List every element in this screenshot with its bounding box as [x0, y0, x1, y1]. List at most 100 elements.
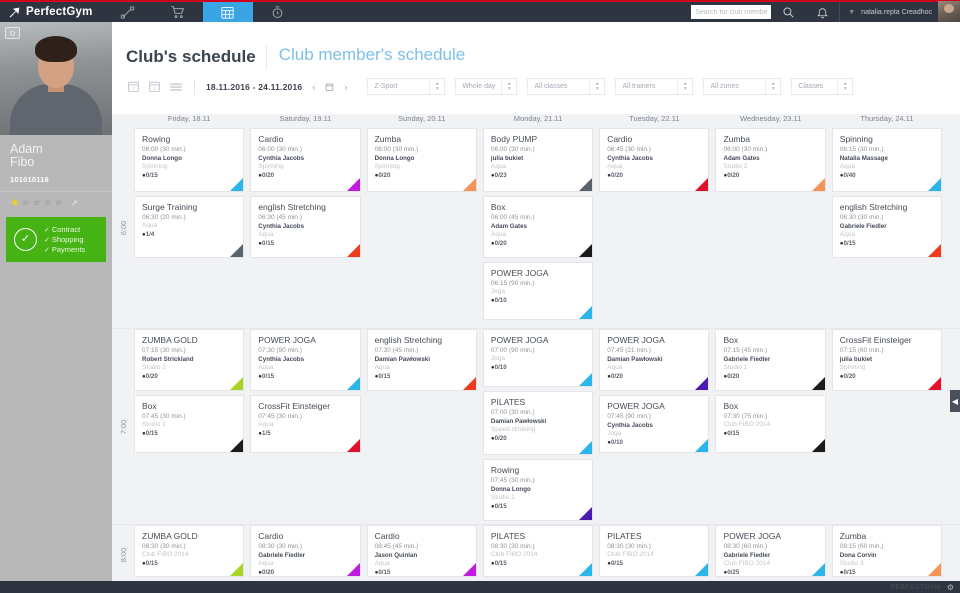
day-column-5[interactable]: Box 07:15 (45 min.) Gabriele Fiedler Studio… [712, 329, 828, 524]
member-rating[interactable]: ★ ★ ★ ★ ★ ↗ [0, 191, 112, 214]
nav-calendar-icon[interactable] [202, 2, 253, 22]
class-card[interactable]: POWER JOGA 07:45 (90 min.) Cynthia Jacobs J… [599, 395, 710, 453]
day-column-4[interactable]: PILATES 08:30 (30 min.) Club FIBO 2014 ●0/1… [596, 525, 712, 584]
zones-filter-spinner-icon[interactable]: ▲ ▼ [765, 79, 780, 94]
class-card[interactable]: Cardio 08:30 (30 min.) Gabriele Fiedler Aqu… [250, 525, 361, 577]
class-card[interactable]: Spinning 06:15 (30 min.) Natalia Massage Aq… [831, 128, 943, 192]
class-card[interactable]: Zumba 06:00 (30 min.) Donna Longo Spinning ●… [366, 128, 477, 192]
class-card[interactable]: POWER JOGA 08:30 (60 min.) Gabriele Fiedle… [715, 525, 826, 577]
classes-filter-spinner-icon[interactable]: ▲ ▼ [589, 79, 604, 94]
day-column-3[interactable]: Body PUMP 06:00 (30 min.) julia bukiet Aqua… [480, 128, 596, 328]
day-column-3[interactable]: POWER JOGA 07:00 (90 min.) Joga ●0/10 PILATE… [480, 329, 596, 524]
person-icon: ● [374, 373, 379, 380]
class-card[interactable]: ZUMBA GOLD 07:15 (30 min.) Robert Strickla… [134, 329, 245, 391]
class-zone: Studio 2 [723, 163, 748, 170]
camera-icon[interactable] [5, 27, 20, 39]
person-icon: ● [839, 569, 844, 576]
day-column-2[interactable]: Zumba 06:00 (30 min.) Donna Longo Spinning ●… [364, 128, 480, 328]
class-card[interactable]: Zumba 08:15 (60 min.) Dona Corvin Studio 3 ●… [831, 525, 943, 577]
avatar[interactable] [938, 1, 960, 23]
class-card[interactable]: Zumba 06:00 (30 min.) Adam Gates Studio 2 ●0… [715, 128, 826, 192]
class-card[interactable]: CrossFit Einsteiger 07:15 (60 min.) julia … [831, 329, 943, 391]
daypart-filter[interactable]: Whole day ▲ ▼ [455, 78, 518, 95]
class-card[interactable]: PILATES 07:00 (30 min.) Damian Pawłowski Sp… [482, 391, 594, 455]
zones-filter[interactable]: All zones ▲ ▼ [703, 78, 782, 95]
calendar-week-view-icon[interactable]: 7 [126, 79, 141, 94]
class-card[interactable]: Box 07:30 (75 min.) Club FIBO 2014 ●0/15 [715, 395, 826, 453]
class-card[interactable]: PILATES 08:30 (30 min.) Club FIBO 2014 ●0/1… [482, 525, 594, 577]
tab-club-members-schedule[interactable]: Club member's schedule [265, 45, 476, 70]
class-card[interactable]: Body PUMP 06:00 (30 min.) julia bukiet Aqua… [482, 128, 594, 192]
type-filter-spinner-icon[interactable]: ▲ ▼ [837, 79, 852, 94]
day-column-6[interactable]: Spinning 06:15 (30 min.) Natalia Massage Aq… [829, 128, 945, 328]
list-view-icon[interactable] [168, 79, 183, 94]
class-card[interactable]: Cardio 08:45 (45 min.) Jason Quinlan Aqua ●0… [366, 525, 477, 577]
star-1-icon[interactable]: ★ [10, 198, 20, 209]
class-card[interactable]: Box 06:00 (45 min.) Adam Gates Aqua ●0/20 [482, 196, 594, 258]
trainers-filter-spinner-icon[interactable]: ▲ ▼ [677, 79, 692, 94]
search-icon[interactable] [771, 5, 805, 19]
star-4-icon[interactable]: ★ [43, 198, 53, 209]
day-column-5[interactable]: POWER JOGA 08:30 (60 min.) Gabriele Fiedle… [712, 525, 828, 584]
star-2-icon[interactable]: ★ [21, 198, 31, 209]
nav-cart-icon[interactable] [153, 2, 203, 22]
day-column-2[interactable]: Cardio 08:45 (45 min.) Jason Quinlan Aqua ●0… [364, 525, 480, 584]
class-card[interactable]: english Stretching 06:30 (45 min.) Cynthia… [250, 196, 361, 258]
bell-icon[interactable] [805, 2, 839, 22]
star-5-icon[interactable]: ★ [54, 198, 64, 209]
search-input[interactable] [691, 5, 772, 19]
next-week-button[interactable]: › [340, 82, 351, 92]
day-column-4[interactable]: Cardio 06:45 (30 min.) Cynthia Jacobs Aqua ●… [596, 128, 712, 328]
class-card[interactable]: Surge Training 06:30 (20 min.) Aqua ●1/4 [134, 196, 245, 258]
nav-clock-icon[interactable] [253, 2, 303, 22]
day-column-5[interactable]: Zumba 06:00 (30 min.) Adam Gates Studio 2 ●0… [712, 128, 828, 328]
calendar-day-view-icon[interactable]: 1 [147, 79, 162, 94]
calendar-picker-icon[interactable] [325, 82, 334, 92]
type-filter[interactable]: Classes ▲ ▼ [791, 78, 854, 95]
class-card[interactable]: POWER JOGA 07:30 (90 min.) Cynthia Jacobs A… [250, 329, 361, 391]
prev-week-button[interactable]: ‹ [308, 82, 319, 92]
day-column-1[interactable]: Cardio 06:00 (30 min.) Cynthia Jacobs Spinn… [247, 128, 363, 328]
day-column-0[interactable]: ZUMBA GOLD 08:30 (30 min.) Club FIBO 2014 ●… [131, 525, 247, 584]
day-column-2[interactable]: english Stretching 07:30 (45 min.) Damian … [364, 329, 480, 524]
class-card[interactable]: POWER JOGA 07:45 (21 min.) Damian Pawłowsk… [599, 329, 710, 391]
day-column-0[interactable]: Rowing 06:00 (30 min.) Donna Longo Spinning… [131, 128, 247, 328]
expand-arrow-icon[interactable]: ↗ [70, 198, 78, 209]
status-item-payments: Payments [44, 245, 85, 254]
user-menu[interactable]: ▼ natalia.repta Creadhoc [839, 1, 960, 23]
class-card[interactable]: CrossFit Einsteiger 07:45 (30 min.) Aqua ●1… [250, 395, 361, 453]
class-card[interactable]: Box 07:15 (45 min.) Gabriele Fiedler Studio… [715, 329, 826, 391]
day-column-1[interactable]: POWER JOGA 07:30 (90 min.) Cynthia Jacobs A… [247, 329, 363, 524]
class-card[interactable]: english Stretching 07:30 (45 min.) Damian … [366, 329, 477, 391]
star-3-icon[interactable]: ★ [32, 198, 42, 209]
class-time: 06:00 (45 min.) [490, 214, 535, 221]
class-time: 08:15 (60 min.) [839, 543, 884, 550]
day-column-3[interactable]: PILATES 08:30 (30 min.) Club FIBO 2014 ●0/1… [480, 525, 596, 584]
day-column-6[interactable]: Zumba 08:15 (60 min.) Dona Corvin Studio 3 ●… [829, 525, 945, 584]
brand-logo[interactable]: PerfectGym [0, 2, 103, 22]
class-card[interactable]: Cardio 06:45 (30 min.) Cynthia Jacobs Aqua ●… [599, 128, 710, 192]
class-card[interactable]: ZUMBA GOLD 08:30 (30 min.) Club FIBO 2014 ●… [134, 525, 245, 577]
collapse-panel-handle[interactable]: ◀ [950, 390, 960, 412]
nav-dumbbell-icon[interactable] [103, 2, 153, 22]
day-column-4[interactable]: POWER JOGA 07:45 (21 min.) Damian Pawłowsk… [596, 329, 712, 524]
class-card[interactable]: Rowing 06:00 (30 min.) Donna Longo Spinning… [134, 128, 245, 192]
class-card[interactable]: PILATES 08:30 (30 min.) Club FIBO 2014 ●0/1… [599, 525, 710, 577]
classes-filter[interactable]: All classes ▲ ▼ [527, 78, 606, 95]
daypart-filter-spinner-icon[interactable]: ▲ ▼ [501, 79, 516, 94]
class-card[interactable]: POWER JOGA 07:00 (90 min.) Joga ●0/10 [482, 329, 594, 387]
club-filter-spinner-icon[interactable]: ▲ ▼ [429, 79, 444, 94]
class-card[interactable]: Cardio 06:00 (30 min.) Cynthia Jacobs Spinn… [250, 128, 361, 192]
class-card[interactable]: english Stretching 06:30 (30 min.) Gabriel… [831, 196, 943, 258]
class-card[interactable]: POWER JOGA 06:15 (90 min.) Joga ●0/10 [482, 262, 594, 320]
tab-clubs-schedule[interactable]: Club's schedule [126, 47, 266, 70]
day-column-1[interactable]: Cardio 08:30 (30 min.) Gabriele Fiedler Aqu… [247, 525, 363, 584]
day-column-6[interactable]: CrossFit Einsteiger 07:15 (60 min.) julia … [829, 329, 945, 524]
class-card[interactable]: Rowing 07:45 (30 min.) Donna Longo Studio 1… [482, 459, 594, 521]
gear-icon[interactable]: ⚙ [947, 583, 954, 592]
trainers-filter[interactable]: All trainers ▲ ▼ [615, 78, 694, 95]
club-filter[interactable]: Z-Sport ▲ ▼ [367, 78, 446, 95]
schedule-rows[interactable]: 6:00 Rowing 06:00 (30 min.) Donna Longo Spin… [112, 128, 960, 593]
day-column-0[interactable]: ZUMBA GOLD 07:15 (30 min.) Robert Strickla… [131, 329, 247, 524]
class-card[interactable]: Box 07:45 (30 min.) Studio 1 ●0/15 [134, 395, 245, 453]
